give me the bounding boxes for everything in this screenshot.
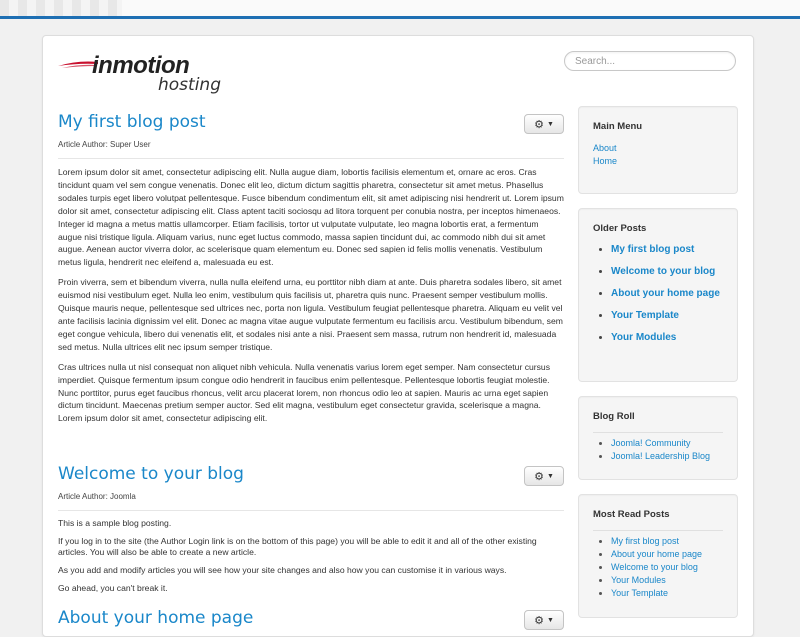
menu-item-about[interactable]: About [593, 142, 723, 155]
main-content: My first blog post ⚙ ▼ Article Author: S… [58, 108, 564, 632]
logo-secondary-text: hosting [158, 75, 221, 95]
menu-item-home[interactable]: Home [593, 155, 723, 168]
article: My first blog post ⚙ ▼ Article Author: S… [58, 108, 564, 442]
article-tools-button[interactable]: ⚙ ▼ [524, 114, 564, 134]
top-accent-bar [0, 16, 800, 19]
sidebar: Main Menu About Home Older Posts My firs… [578, 106, 738, 632]
older-post-link[interactable]: Your Template [611, 310, 723, 321]
most-read-link[interactable]: About your home page [611, 548, 723, 561]
article-title[interactable]: My first blog post [58, 108, 564, 136]
caret-down-icon: ▼ [546, 616, 554, 624]
page-container: inmotion hosting My first blog post ⚙ ▼ … [42, 35, 754, 637]
older-post-link[interactable]: About your home page [611, 288, 723, 299]
main-menu-list: About Home [593, 142, 723, 168]
blog-roll-link[interactable]: Joomla! Community [611, 437, 723, 450]
article-paragraph: Proin viverra, sem et bibendum viverra, … [58, 277, 563, 352]
article-paragraph: As you add and modify articles you will … [58, 565, 507, 575]
site-logo[interactable]: inmotion hosting [58, 50, 221, 96]
article-paragraph: If you log in to the site (the Author Lo… [58, 536, 537, 557]
article: About your home page ⚙ ▼ [58, 604, 564, 632]
main-menu-module: Main Menu About Home [578, 106, 738, 194]
article-title[interactable]: About your home page [58, 604, 564, 632]
most-read-link[interactable]: Welcome to your blog [611, 561, 723, 574]
article-author: Article Author: Super User [58, 140, 564, 159]
most-read-module: Most Read Posts My first blog post About… [578, 494, 738, 618]
blog-roll-list: Joomla! Community Joomla! Leadership Blo… [593, 432, 723, 463]
older-posts-list: My first blog post Welcome to your blog … [593, 244, 723, 343]
most-read-link[interactable]: Your Modules [611, 574, 723, 587]
older-post-link[interactable]: My first blog post [611, 244, 723, 255]
search-input[interactable] [564, 51, 736, 71]
caret-down-icon: ▼ [546, 472, 554, 480]
older-post-link[interactable]: Welcome to your blog [611, 266, 723, 277]
older-posts-module: Older Posts My first blog post Welcome t… [578, 208, 738, 382]
blog-roll-module: Blog Roll Joomla! Community Joomla! Lead… [578, 396, 738, 480]
module-title: Most Read Posts [593, 509, 670, 520]
most-read-list: My first blog post About your home page … [593, 530, 723, 600]
article-tools-button[interactable]: ⚙ ▼ [524, 466, 564, 486]
article-title[interactable]: Welcome to your blog [58, 460, 564, 488]
blog-roll-link[interactable]: Joomla! Leadership Blog [611, 450, 723, 463]
article-tools-button[interactable]: ⚙ ▼ [524, 610, 564, 630]
blurred-area [0, 0, 122, 16]
gear-icon: ⚙ [534, 614, 544, 627]
gear-icon: ⚙ [534, 118, 544, 131]
module-title: Main Menu [593, 121, 643, 132]
older-post-link[interactable]: Your Modules [611, 332, 723, 343]
article: Welcome to your blog ⚙ ▼ Article Author:… [58, 460, 564, 594]
caret-down-icon: ▼ [546, 120, 554, 128]
module-title: Blog Roll [593, 411, 635, 422]
article-body: Lorem ipsum dolor sit amet, consectetur … [58, 159, 564, 442]
gear-icon: ⚙ [534, 470, 544, 483]
article-paragraph: Cras ultrices nulla ut nisl consequat no… [58, 361, 551, 424]
most-read-link[interactable]: Your Template [611, 587, 723, 600]
most-read-link[interactable]: My first blog post [611, 535, 723, 548]
module-title: Older Posts [593, 223, 647, 234]
article-paragraph: Lorem ipsum dolor sit amet, consectetur … [58, 167, 564, 268]
article-author: Article Author: Joomla [58, 492, 564, 511]
browser-top-strip [0, 0, 800, 16]
article-paragraph: This is a sample blog posting. [58, 518, 172, 528]
article-paragraph: Go ahead, you can't break it. [58, 583, 168, 593]
